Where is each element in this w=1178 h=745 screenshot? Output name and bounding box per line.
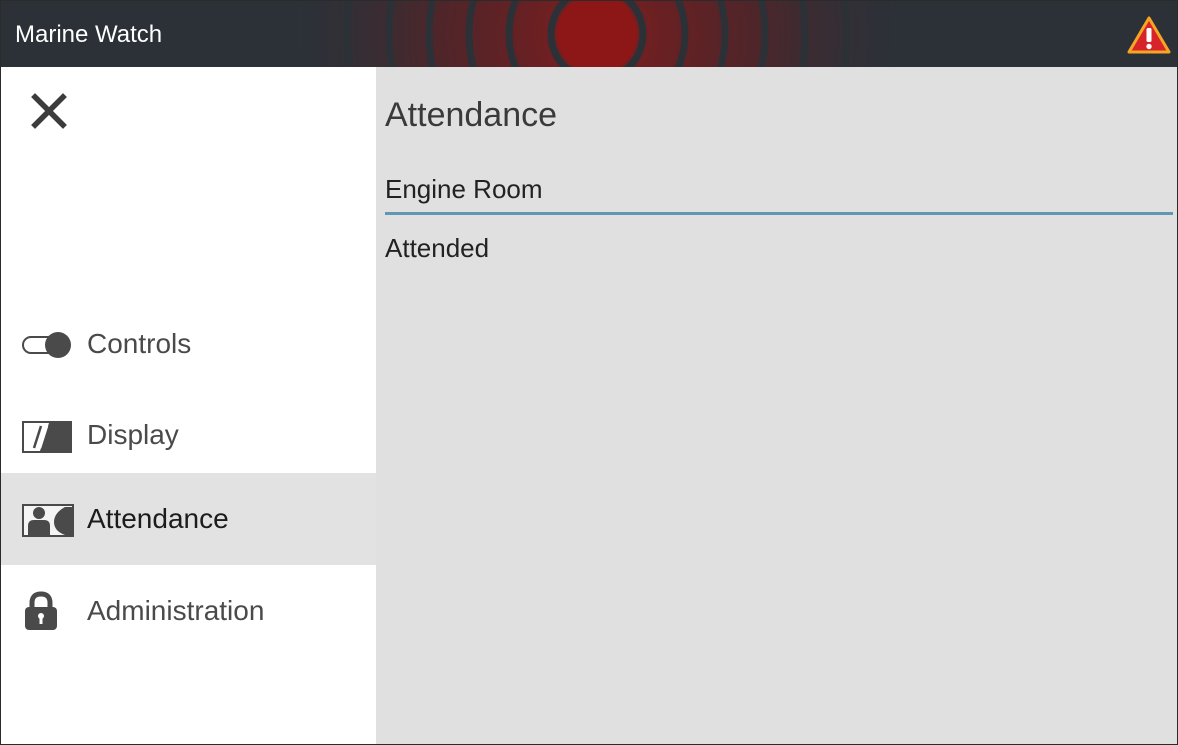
sidebar-item-administration[interactable]: Administration	[1, 565, 376, 657]
sidebar-item-label: Display	[87, 419, 179, 450]
sidebar-item-display[interactable]: Display	[1, 389, 376, 481]
toggle-icon	[21, 328, 75, 362]
section-header: Engine Room	[385, 171, 1173, 215]
section-title: Engine Room	[385, 174, 543, 204]
close-icon[interactable]	[29, 91, 69, 131]
page-title: Attendance	[385, 96, 558, 134]
display-icon	[21, 419, 75, 453]
attendance-status-item[interactable]: Attended	[385, 232, 489, 268]
title-bar: Marine Watch	[1, 1, 1177, 67]
sidebar-item-label: Controls	[87, 328, 192, 359]
alarm-pulse-graphic	[271, 1, 921, 67]
app-window: Marine Watch Controls Display Attendance…	[0, 0, 1178, 745]
sidebar-item-attendance[interactable]: Attendance	[1, 473, 376, 565]
attendance-icon	[21, 503, 75, 537]
lock-icon	[21, 591, 75, 630]
sidebar: Controls Display Attendance Administrati…	[1, 67, 376, 744]
main-panel: Attendance Engine Room Attended	[376, 67, 1177, 744]
sidebar-item-label: Administration	[87, 595, 265, 626]
sidebar-item-controls[interactable]: Controls	[1, 298, 376, 390]
app-title: Marine Watch	[15, 21, 163, 48]
attendance-status-label: Attended	[385, 233, 490, 263]
warning-triangle-icon[interactable]	[1127, 15, 1171, 55]
sidebar-item-label: Attendance	[87, 503, 229, 534]
